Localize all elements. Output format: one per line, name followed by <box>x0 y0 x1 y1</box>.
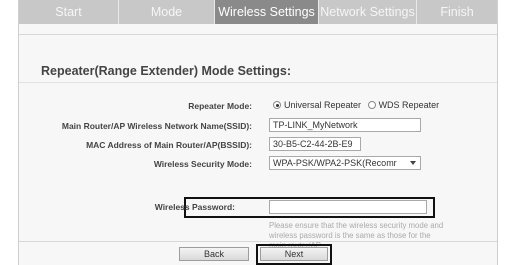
wizard-tabs: Start Mode Wireless Settings Network Set… <box>19 0 497 24</box>
universal-repeater-label: Universal Repeater <box>284 100 362 110</box>
repeater-mode-label: Repeater Mode: <box>188 101 252 111</box>
bssid-input[interactable]: 30-B5-C2-44-2B-E9 <box>269 137 361 151</box>
tab-network-settings[interactable]: Network Settings <box>319 0 417 24</box>
divider <box>19 82 497 83</box>
wds-repeater-radio[interactable] <box>367 101 376 109</box>
divider <box>19 241 497 242</box>
password-label: Wireless Password: <box>154 202 235 212</box>
wds-repeater-label: WDS Repeater <box>378 100 440 110</box>
section-title: Repeater(Range Extender) Mode Settings: <box>41 64 292 78</box>
ssid-input[interactable]: TP-LINK_MyNetwork <box>269 118 421 132</box>
security-mode-label: Wireless Security Mode: <box>153 159 252 169</box>
ssid-label: Main Router/AP Wireless Network Name(SSI… <box>61 121 252 131</box>
back-button[interactable]: Back <box>179 247 249 261</box>
security-mode-value: WPA-PSK/WPA2-PSK(Recomr <box>273 158 397 168</box>
chevron-down-icon <box>410 161 416 165</box>
wizard-frame: Start Mode Wireless Settings Network Set… <box>18 0 498 265</box>
password-input[interactable] <box>269 200 427 214</box>
bssid-label: MAC Address of Main Router/AP(BSSID): <box>86 140 252 150</box>
tab-finish[interactable]: Finish <box>417 0 497 24</box>
next-button[interactable]: Next <box>260 247 328 261</box>
tab-start[interactable]: Start <box>19 0 119 24</box>
tab-wireless-settings[interactable]: Wireless Settings <box>215 0 319 24</box>
repeater-mode-options: Universal Repeater WDS Repeater <box>273 100 439 110</box>
universal-repeater-radio[interactable] <box>273 101 281 109</box>
divider <box>19 34 497 35</box>
security-mode-select[interactable]: WPA-PSK/WPA2-PSK(Recomr <box>269 156 421 170</box>
tab-mode[interactable]: Mode <box>119 0 215 24</box>
